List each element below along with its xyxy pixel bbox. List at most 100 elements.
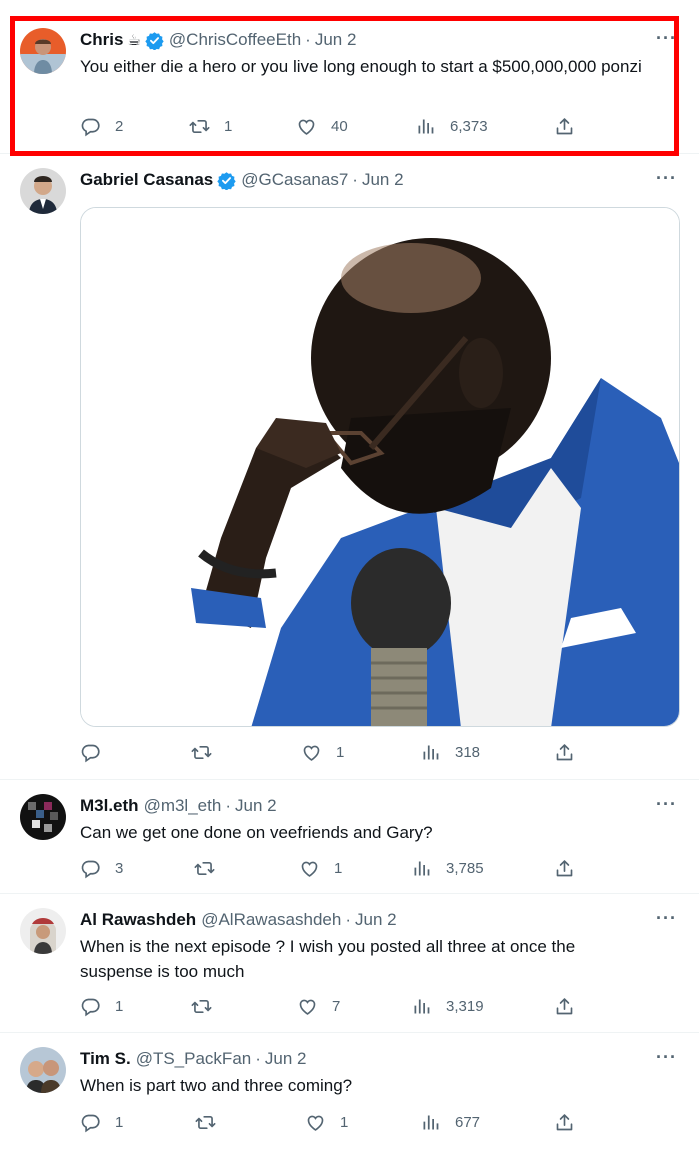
like-count: 1 [334, 860, 343, 877]
share-icon [554, 742, 575, 763]
reply-icon [80, 116, 101, 137]
author-handle[interactable]: @TS_PackFan [136, 1049, 252, 1069]
retweet-button[interactable] [191, 742, 212, 763]
like-icon [299, 858, 320, 879]
separator-dot: · [345, 910, 351, 929]
tweet-1[interactable]: Chris ☕ @ChrisCoffeeEth · Jun 2 ··· You … [0, 0, 699, 154]
author-name[interactable]: Chris [80, 30, 123, 50]
avatar[interactable] [20, 28, 66, 74]
like-count: 40 [331, 118, 348, 135]
like-button[interactable]: 1 [299, 858, 342, 879]
share-button[interactable] [554, 742, 575, 763]
author-name[interactable]: Al Rawashdeh [80, 910, 196, 930]
views-icon [415, 116, 436, 137]
author-handle[interactable]: @AlRawasashdeh [201, 910, 341, 930]
like-count: 7 [332, 998, 341, 1015]
more-icon[interactable]: ··· [656, 908, 677, 929]
separator-dot: · [305, 30, 311, 49]
tweet-header: Al Rawashdeh @AlRawasashdeh · Jun 2 [80, 910, 397, 930]
like-icon [296, 116, 317, 137]
view-count: 318 [455, 744, 481, 761]
tweet-date[interactable]: Jun 2 [362, 170, 404, 190]
tweet-actions: 1 318 [80, 742, 580, 766]
like-button[interactable]: 1 [305, 1112, 348, 1133]
reply-count: 1 [115, 998, 124, 1015]
tweet-text: Can we get one done on veefriends and Ga… [80, 823, 433, 842]
author-handle[interactable]: @m3l_eth [144, 796, 222, 816]
tweet-5[interactable]: Tim S. @TS_PackFan · Jun 2 ··· When is p… [0, 1033, 699, 1159]
views-button[interactable]: 3,785 [411, 858, 484, 879]
reply-button[interactable]: 3 [80, 858, 123, 879]
views-button[interactable]: 3,319 [411, 996, 484, 1017]
view-count: 6,373 [450, 118, 488, 135]
retweet-button[interactable] [191, 996, 212, 1017]
reply-button[interactable] [80, 742, 101, 763]
tweet-date[interactable]: Jun 2 [315, 30, 357, 50]
like-icon [305, 1112, 326, 1133]
like-count: 1 [340, 1114, 349, 1131]
separator-dot: · [255, 1049, 261, 1068]
views-button[interactable]: 677 [420, 1112, 480, 1133]
coffee-emoji: ☕ [127, 32, 141, 49]
author-name[interactable]: Tim S. [80, 1049, 131, 1069]
tweet-header: Gabriel Casanas @GCasanas7 · Jun 2 [80, 170, 404, 190]
retweet-button[interactable] [194, 858, 215, 879]
separator-dot: · [225, 796, 231, 815]
share-button[interactable] [554, 116, 575, 137]
tweet-actions: 2 1 40 6,373 [80, 116, 580, 140]
reply-count: 3 [115, 860, 124, 877]
author-name[interactable]: Gabriel Casanas [80, 170, 213, 190]
view-count: 3,319 [446, 998, 484, 1015]
more-icon[interactable]: ··· [656, 168, 677, 189]
more-icon[interactable]: ··· [656, 794, 677, 815]
share-button[interactable] [554, 1112, 575, 1133]
author-handle[interactable]: @GCasanas7 [241, 170, 348, 190]
retweet-button[interactable] [195, 1112, 216, 1133]
views-icon [411, 996, 432, 1017]
like-icon [301, 742, 322, 763]
like-icon [297, 996, 318, 1017]
like-button[interactable]: 1 [301, 742, 344, 763]
retweet-count: 1 [224, 118, 233, 135]
reply-button[interactable]: 1 [80, 996, 123, 1017]
separator-dot: · [352, 170, 358, 189]
like-button[interactable]: 7 [297, 996, 340, 1017]
more-icon[interactable]: ··· [656, 28, 677, 49]
retweet-icon [195, 1112, 216, 1133]
reply-count: 1 [115, 1114, 124, 1131]
tweet-text: When is part two and three coming? [80, 1076, 353, 1095]
reply-button[interactable]: 1 [80, 1112, 123, 1133]
avatar[interactable] [20, 908, 66, 954]
avatar[interactable] [20, 168, 66, 214]
tweet-actions: 1 1 677 [80, 1112, 580, 1136]
retweet-icon [189, 116, 210, 137]
tweet-text: When is the next episode ? I wish you po… [80, 937, 576, 981]
author-handle[interactable]: @ChrisCoffeeEth [169, 30, 301, 50]
author-name[interactable]: M3l.eth [80, 796, 139, 816]
share-icon [554, 858, 575, 879]
retweet-icon [194, 858, 215, 879]
tweet-4[interactable]: Al Rawashdeh @AlRawasashdeh · Jun 2 ··· … [0, 894, 699, 1033]
tweet-date[interactable]: Jun 2 [265, 1049, 307, 1069]
avatar[interactable] [20, 1047, 66, 1093]
reply-count: 2 [115, 118, 124, 135]
views-button[interactable]: 318 [420, 742, 480, 763]
tweet-date[interactable]: Jun 2 [355, 910, 397, 930]
tweet-actions: 1 7 3,319 [80, 996, 580, 1020]
share-icon [554, 1112, 575, 1133]
retweet-button[interactable]: 1 [189, 116, 232, 137]
share-button[interactable] [554, 858, 575, 879]
reply-button[interactable]: 2 [80, 116, 123, 137]
view-count: 677 [455, 1114, 481, 1131]
share-icon [554, 996, 575, 1017]
views-button[interactable]: 6,373 [415, 116, 488, 137]
like-count: 1 [336, 744, 345, 761]
tweet-date[interactable]: Jun 2 [235, 796, 277, 816]
avatar[interactable] [20, 794, 66, 840]
views-icon [411, 858, 432, 879]
tweet-media-image[interactable] [80, 207, 680, 727]
share-button[interactable] [554, 996, 575, 1017]
more-icon[interactable]: ··· [656, 1047, 677, 1068]
tweet-3[interactable]: M3l.eth @m3l_eth · Jun 2 ··· Can we get … [0, 780, 699, 894]
like-button[interactable]: 40 [296, 116, 348, 137]
